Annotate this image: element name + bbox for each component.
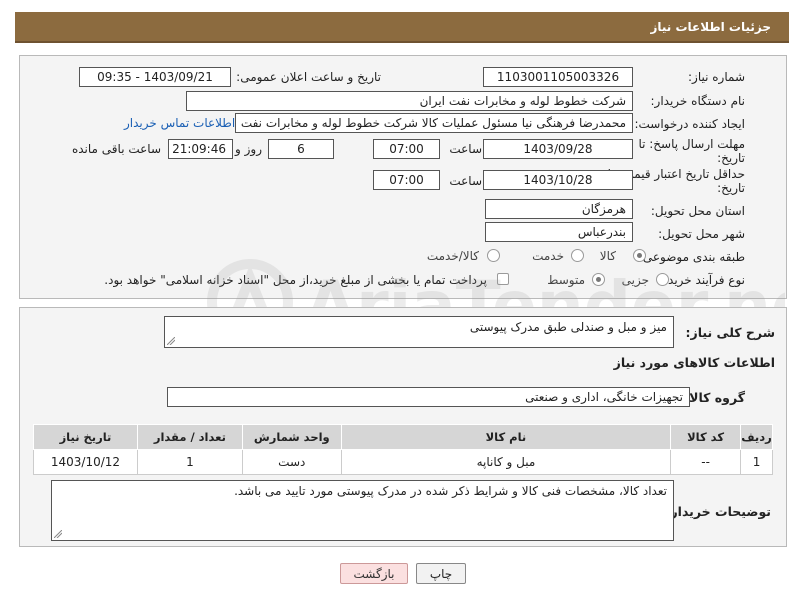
- announce-label: تاریخ و ساعت اعلان عمومی:: [236, 70, 381, 84]
- buyer-notes-field[interactable]: تعداد کالا، مشخصات فنی کالا و شرایط ذکر …: [51, 480, 674, 541]
- category-service-label: خدمت: [532, 249, 564, 263]
- process-medium-radio[interactable]: [592, 273, 605, 286]
- remaining-label: ساعت باقی مانده: [71, 142, 161, 156]
- cell-item-name: مبل و کاناپه: [340, 449, 672, 475]
- category-goods-service-radio[interactable]: [487, 249, 500, 262]
- goods-table-header: ردیف کد کالا نام کالا واحد شمارش تعداد /…: [33, 424, 773, 450]
- table-row: 1 -- مبل و کاناپه دست 1 1403/10/12: [33, 449, 773, 475]
- category-goods-radio[interactable]: [633, 249, 646, 262]
- general-description-label: شرح کلی نیاز:: [685, 325, 775, 340]
- cell-quantity: 1: [136, 449, 243, 475]
- buyer-org-field[interactable]: شرکت خطوط لوله و مخابرات نفت ایران: [186, 91, 633, 111]
- days-label: روز و: [235, 142, 262, 156]
- need-number-field[interactable]: 1103001105003326: [483, 67, 633, 87]
- province-label: استان محل تحویل:: [650, 204, 745, 218]
- deadline-label: مهلت ارسال پاسخ: تا: [638, 137, 745, 151]
- col-unit: واحد شمارش: [241, 424, 342, 450]
- col-item-code: کد کالا: [670, 424, 742, 450]
- goods-group-field[interactable]: تجهیزات خانگی، اداری و صنعتی: [167, 387, 690, 407]
- treasury-payment-checkbox[interactable]: [497, 273, 509, 285]
- resize-grip-icon[interactable]: [54, 530, 62, 538]
- requester-field[interactable]: محمدرضا فرهنگی نیا مسئول عملیات کالا شرک…: [235, 113, 633, 133]
- buyer-notes-label: توضیحات خریدار:: [665, 504, 771, 519]
- announce-datetime-field[interactable]: 1403/09/21 - 09:35: [79, 67, 231, 87]
- col-need-date: تاریخ نیاز: [33, 424, 138, 450]
- col-item-name: نام کالا: [340, 424, 672, 450]
- buyer-notes-text: تعداد کالا، مشخصات فنی کالا و شرایط ذکر …: [234, 484, 667, 498]
- validity-time-field[interactable]: 07:00: [373, 170, 440, 190]
- category-label: طبقه بندی موضوعی:: [638, 250, 745, 264]
- page-title: جزئیات اطلاعات نیاز: [650, 19, 771, 34]
- process-minor-label: جزیی: [621, 273, 649, 287]
- validity-time-label: ساعت: [449, 174, 482, 188]
- category-goods-label: کالا: [599, 249, 616, 263]
- process-label: نوع فرآیند خرید :: [660, 273, 745, 287]
- resize-grip-icon[interactable]: [167, 337, 175, 345]
- print-button[interactable]: چاپ: [416, 563, 466, 584]
- buyer-contact-link[interactable]: اطلاعات تماس خریدار: [124, 116, 235, 130]
- general-description-field[interactable]: میز و مبل و صندلی طبق مدرک پیوستی: [164, 316, 674, 348]
- deadline-date-field[interactable]: 1403/09/28: [483, 139, 633, 159]
- remaining-time-field[interactable]: 21:09:46: [168, 139, 233, 159]
- remaining-days-field[interactable]: 6: [268, 139, 334, 159]
- page-header: جزئیات اطلاعات نیاز: [15, 12, 789, 43]
- province-field[interactable]: هرمزگان: [485, 199, 633, 219]
- deadline-time-field[interactable]: 07:00: [373, 139, 440, 159]
- col-row-number: ردیف: [740, 424, 773, 450]
- process-minor-radio[interactable]: [656, 273, 669, 286]
- process-medium-label: متوسط: [547, 273, 585, 287]
- category-goods-service-label: کالا/خدمت: [426, 249, 479, 263]
- requester-label: ایجاد کننده درخواست:: [634, 117, 745, 131]
- city-label: شهر محل تحویل:: [658, 227, 745, 241]
- back-button[interactable]: بازگشت: [340, 563, 408, 584]
- treasury-payment-note: پرداخت تمام یا بخشی از مبلغ خرید،از محل …: [104, 273, 487, 287]
- cell-row-number: 1: [740, 449, 773, 475]
- deadline-time-label: ساعت: [449, 142, 482, 156]
- buyer-org-label: نام دستگاه خریدار:: [650, 94, 746, 108]
- col-quantity: تعداد / مقدار: [136, 424, 243, 450]
- cell-unit: دست: [241, 449, 342, 475]
- category-service-radio[interactable]: [571, 249, 584, 262]
- validity-label-date: تاریخ:: [717, 181, 745, 195]
- goods-info-title: اطلاعات کالاهای مورد نیاز: [613, 355, 775, 370]
- general-description-text: میز و مبل و صندلی طبق مدرک پیوستی: [469, 320, 667, 334]
- cell-item-code: --: [670, 449, 742, 475]
- goods-group-label: گروه کالا:: [684, 390, 745, 405]
- goods-table: ردیف کد کالا نام کالا واحد شمارش تعداد /…: [33, 424, 773, 475]
- deadline-label-date: تاریخ:: [717, 151, 745, 165]
- city-field[interactable]: بندرعباس: [485, 222, 633, 242]
- cell-need-date: 1403/10/12: [33, 449, 138, 475]
- need-number-label: شماره نیاز:: [688, 70, 745, 84]
- validity-date-field[interactable]: 1403/10/28: [483, 170, 633, 190]
